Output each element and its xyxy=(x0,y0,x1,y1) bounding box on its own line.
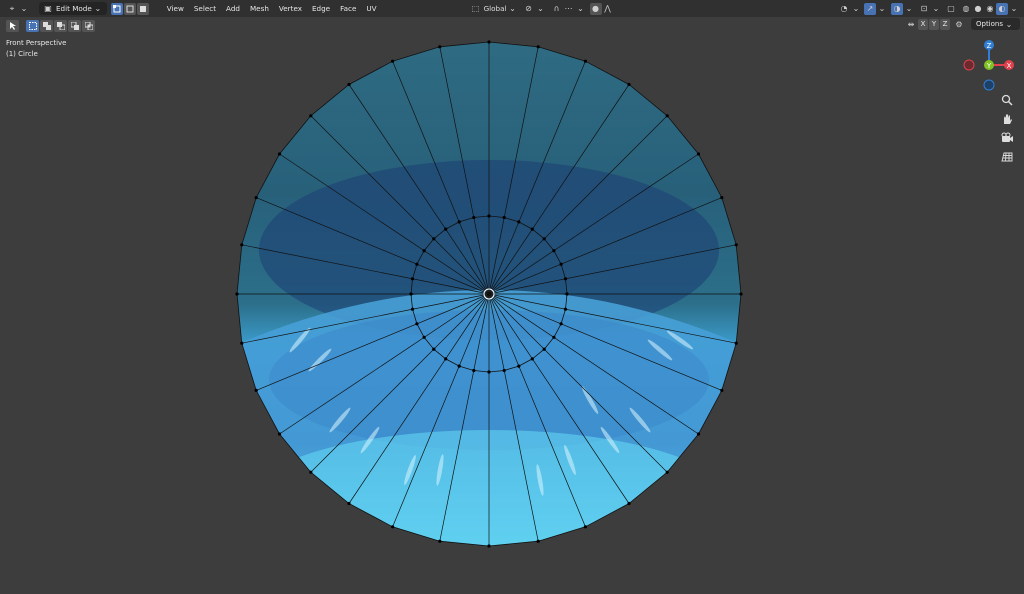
outer-vertex xyxy=(309,470,313,474)
outer-vertex xyxy=(696,432,701,436)
neg-x-axis-handle[interactable] xyxy=(963,59,975,71)
z-axis-label: Z xyxy=(987,42,992,50)
hand-icon[interactable] xyxy=(998,110,1016,128)
outer-vertex xyxy=(720,196,724,200)
outer-vertex xyxy=(734,341,738,345)
outer-vertex xyxy=(696,152,701,156)
inner-vertex xyxy=(552,335,556,339)
inner-vertex xyxy=(502,368,506,373)
outer-vertex xyxy=(391,59,395,63)
outer-vertex xyxy=(739,292,743,296)
inner-vertex xyxy=(565,292,569,296)
inner-vertex xyxy=(563,307,568,311)
neg-z-axis-handle[interactable] xyxy=(983,79,995,91)
grid-icon[interactable] xyxy=(998,148,1016,166)
inner-vertex xyxy=(502,215,506,220)
inner-vertex xyxy=(415,262,419,266)
outer-vertex xyxy=(391,525,395,529)
outer-vertex xyxy=(254,388,258,392)
x-axis-label: X xyxy=(1007,62,1012,70)
inner-vertex xyxy=(472,368,476,373)
outer-vertex xyxy=(438,539,442,543)
outer-vertex xyxy=(240,341,244,345)
outer-vertex xyxy=(665,114,669,118)
zoom-icon[interactable] xyxy=(998,91,1016,109)
outer-vertex xyxy=(487,544,491,548)
inner-vertex xyxy=(530,227,534,231)
navigation-gizmo[interactable]: Z X Y xyxy=(960,36,1020,96)
outer-vertex xyxy=(277,432,282,436)
mesh-viewport[interactable] xyxy=(0,0,1024,594)
outer-vertex xyxy=(254,196,258,200)
inner-vertex xyxy=(517,220,521,224)
camera-icon[interactable] xyxy=(998,129,1016,147)
outer-vertex xyxy=(583,59,588,63)
inner-vertex xyxy=(444,227,448,231)
inner-vertex xyxy=(444,357,448,361)
inner-vertex xyxy=(530,357,534,361)
inner-vertex xyxy=(432,347,436,351)
inner-vertex xyxy=(457,364,461,368)
outer-vertex xyxy=(309,114,313,118)
outer-vertex xyxy=(734,243,738,247)
inner-vertex xyxy=(415,322,419,326)
outer-vertex xyxy=(347,82,351,87)
outer-vertex xyxy=(665,470,669,474)
outer-vertex xyxy=(536,45,540,49)
inner-vertex xyxy=(563,277,568,281)
inner-vertex xyxy=(472,215,476,220)
outer-vertex xyxy=(277,152,282,156)
mesh-wireframe xyxy=(236,41,742,547)
outer-vertex xyxy=(627,501,631,506)
inner-vertex xyxy=(487,214,491,218)
outer-vertex xyxy=(487,40,491,44)
inner-vertex xyxy=(432,237,436,241)
inner-vertex xyxy=(542,347,546,351)
outer-vertex xyxy=(627,82,631,87)
outer-vertex xyxy=(347,501,351,506)
inner-vertex xyxy=(559,322,563,326)
inner-vertex xyxy=(457,220,461,224)
inner-vertex xyxy=(410,277,415,281)
outer-vertex xyxy=(536,539,540,543)
outer-vertex xyxy=(438,45,442,49)
inner-vertex xyxy=(422,335,426,339)
inner-vertex xyxy=(517,364,521,368)
inner-vertex xyxy=(487,370,491,374)
y-axis-label: Y xyxy=(986,62,992,70)
outer-vertex xyxy=(240,243,244,247)
inner-vertex xyxy=(559,262,563,266)
outer-vertex xyxy=(720,388,724,392)
outer-vertex xyxy=(235,292,239,296)
inner-vertex xyxy=(422,249,426,253)
outer-vertex xyxy=(583,525,588,529)
inner-vertex xyxy=(409,292,413,296)
inner-vertex xyxy=(410,307,415,311)
inner-vertex xyxy=(542,237,546,241)
inner-vertex xyxy=(552,249,556,253)
